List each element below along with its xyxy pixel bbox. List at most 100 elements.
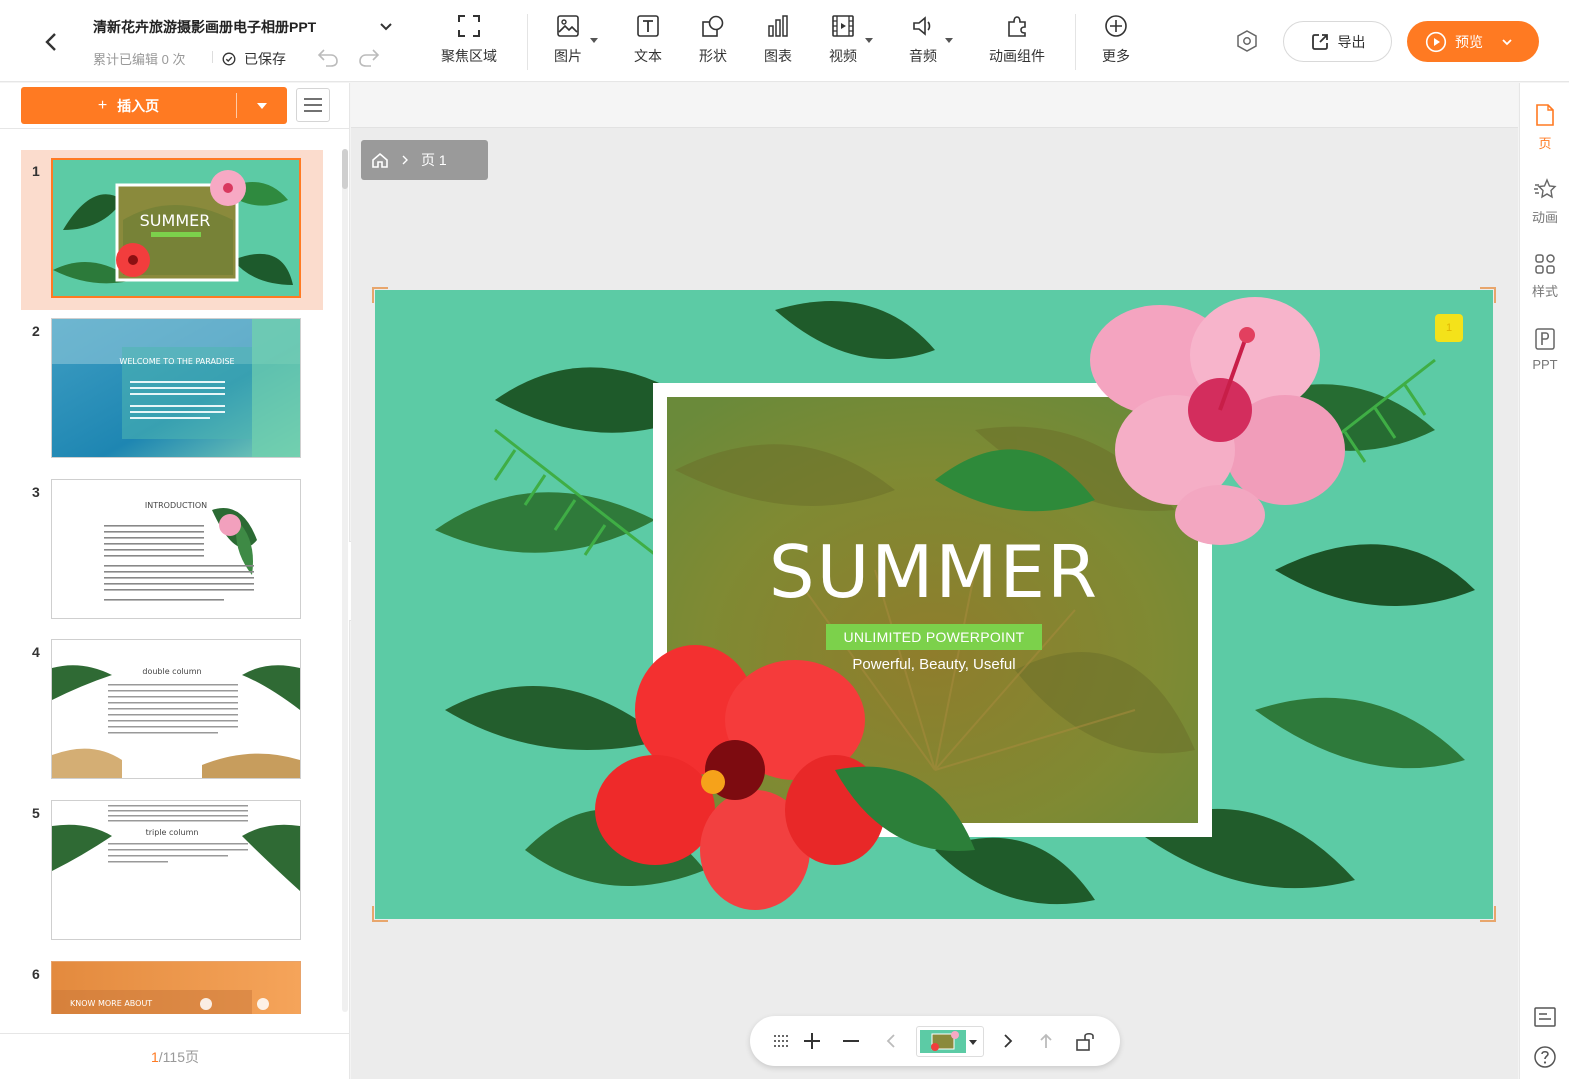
settings-hexagon-icon[interactable] [1235,29,1259,53]
thumbnail-preview: double column [51,639,301,779]
thumbnail-text: KNOW MORE ABOUT [70,999,152,1008]
slide-ribbon[interactable]: UNLIMITED POWERPOINT [826,624,1042,650]
preview-label: 预览 [1455,33,1483,50]
zoom-in-button[interactable] [799,1028,825,1054]
home-icon[interactable] [371,152,389,169]
zoom-out-button[interactable] [838,1028,864,1054]
slide-thumbnail[interactable]: 5 triple column [21,792,323,952]
right-sidebar: 页 动画 样式 PPT [1519,83,1569,1079]
slide-subtitle[interactable]: Powerful, Beauty, Useful [375,656,1493,673]
slide-thumbnail[interactable]: 2 WELCOME TO THE PARADISE [21,310,323,470]
previous-slide-button[interactable] [878,1028,904,1054]
top-toolbar: 清新花卉旅游摄影画册电子相册PPT 累计已编辑 0 次 已保存 聚焦区域 图片 … [0,0,1569,82]
back-button[interactable] [36,28,66,56]
arrow-up-icon [1040,1033,1052,1048]
slide-title[interactable]: SUMMER [375,530,1493,614]
tool-label: 视频 [829,48,857,64]
sidebar-item-label: 动画 [1531,210,1558,225]
thumbnail-text: triple column [146,828,199,837]
divider [212,51,213,63]
thumbnail-number: 4 [32,644,40,660]
sidebar-item-style[interactable]: 样式 [1520,253,1569,300]
tool-label: 图表 [764,48,792,64]
minus-icon [843,1040,859,1042]
export-label: 导出 [1337,33,1366,50]
tool-label: 动画组件 [989,48,1045,64]
preview-button[interactable]: 预览 [1407,21,1539,62]
breadcrumb-page[interactable]: 页 1 [421,150,447,170]
thumbnail-text: WELCOME TO THE PARADISE [119,357,234,366]
thumbnail-image: triple column [52,801,300,939]
slide-thumbnail[interactable]: 1 SUMMER [21,150,323,310]
divider [1075,14,1076,70]
sidebar-item-label: PPT [1532,357,1558,372]
audio-icon [913,16,931,36]
divider [0,128,350,129]
thumbnail-image: INTRODUCTION [52,480,300,618]
tool-video[interactable]: 视频 [827,12,873,70]
tool-image[interactable]: 图片 [552,12,598,70]
hamburger-menu-icon [304,98,322,112]
insert-page-dropdown[interactable] [237,87,287,124]
slide-thumbnail[interactable]: 4 double column [21,631,323,791]
document-title[interactable]: 清新花卉旅游摄影画册电子相册PPT [93,17,316,37]
sidebar-item-animation[interactable]: 动画 [1520,177,1569,226]
tool-more[interactable]: 更多 [1100,12,1132,70]
export-button[interactable]: 导出 [1283,21,1392,62]
scrollbar-thumb[interactable] [342,149,348,189]
thumbnail-image: WELCOME TO THE PARADISE [52,319,300,457]
help-icon[interactable] [1533,1045,1557,1069]
thumbnail-image: KNOW MORE ABOUT [52,962,300,1014]
thumbnail-number: 2 [32,323,40,339]
undo-icon[interactable] [316,46,340,68]
tool-chart[interactable]: 图表 [762,12,794,70]
chevron-down-icon[interactable] [377,18,395,36]
grid-view-button[interactable] [768,1028,794,1054]
current-slide-selector[interactable] [916,1026,984,1057]
insert-page-label: 插入页 [117,97,160,114]
go-up-button[interactable] [1033,1028,1059,1054]
tool-animation-component[interactable]: 动画组件 [987,12,1047,70]
video-icon [832,15,854,37]
lock-button[interactable] [1073,1028,1099,1054]
unlock-icon [1076,1032,1094,1051]
slide-thumbnail[interactable]: 6 KNOW MORE ABOUT [21,953,323,1014]
zoom-toolbar [750,1016,1120,1066]
animation-star-icon [1534,178,1557,199]
insert-page-button[interactable]: + 插入页 [21,87,287,124]
animation-badge[interactable]: 1 [1435,314,1463,342]
text-icon [637,15,659,37]
tool-label: 更多 [1102,48,1130,64]
thumbnail-text: SUMMER [140,211,211,230]
canvas-header [351,83,1518,128]
insert-page-main[interactable]: + 插入页 [21,87,236,124]
page-icon [1536,104,1554,126]
dropdown-arrow-icon[interactable] [865,38,873,43]
chart-icon [768,15,788,37]
sidebar-item-label: 页 [1538,136,1552,151]
current-slide-mini [920,1030,966,1053]
thumbnail-text: INTRODUCTION [145,501,207,510]
total-pages: /115页 [158,1048,199,1065]
slide-thumbnail[interactable]: 3 INTRODUCTION [21,471,323,631]
panel-menu-button[interactable] [296,88,330,122]
thumbnail-scrollbar[interactable] [342,149,348,1012]
next-slide-button[interactable] [995,1028,1021,1054]
tool-text[interactable]: 文本 [632,12,664,70]
redo-icon[interactable] [357,46,381,68]
thumbnail-image: SUMMER [53,160,299,296]
tool-shape[interactable]: 形状 [697,12,729,70]
slide-canvas[interactable]: SUMMER UNLIMITED POWERPOINT Powerful, Be… [375,290,1493,919]
caret-down-icon [969,1040,977,1045]
sidebar-item-ppt[interactable]: PPT [1520,327,1569,372]
tool-audio[interactable]: 音频 [907,12,953,70]
image-icon [557,15,579,37]
tool-focus-area[interactable]: 聚焦区域 [439,12,499,70]
shortcut-panel-icon[interactable] [1533,1005,1557,1029]
sidebar-item-page[interactable]: 页 [1520,103,1569,152]
dropdown-arrow-icon[interactable] [945,38,953,43]
chevron-down-icon[interactable] [1501,36,1513,48]
dropdown-arrow-icon[interactable] [590,38,598,43]
thumbnail-preview: INTRODUCTION [51,479,301,619]
sidebar-item-label: 样式 [1531,284,1558,299]
